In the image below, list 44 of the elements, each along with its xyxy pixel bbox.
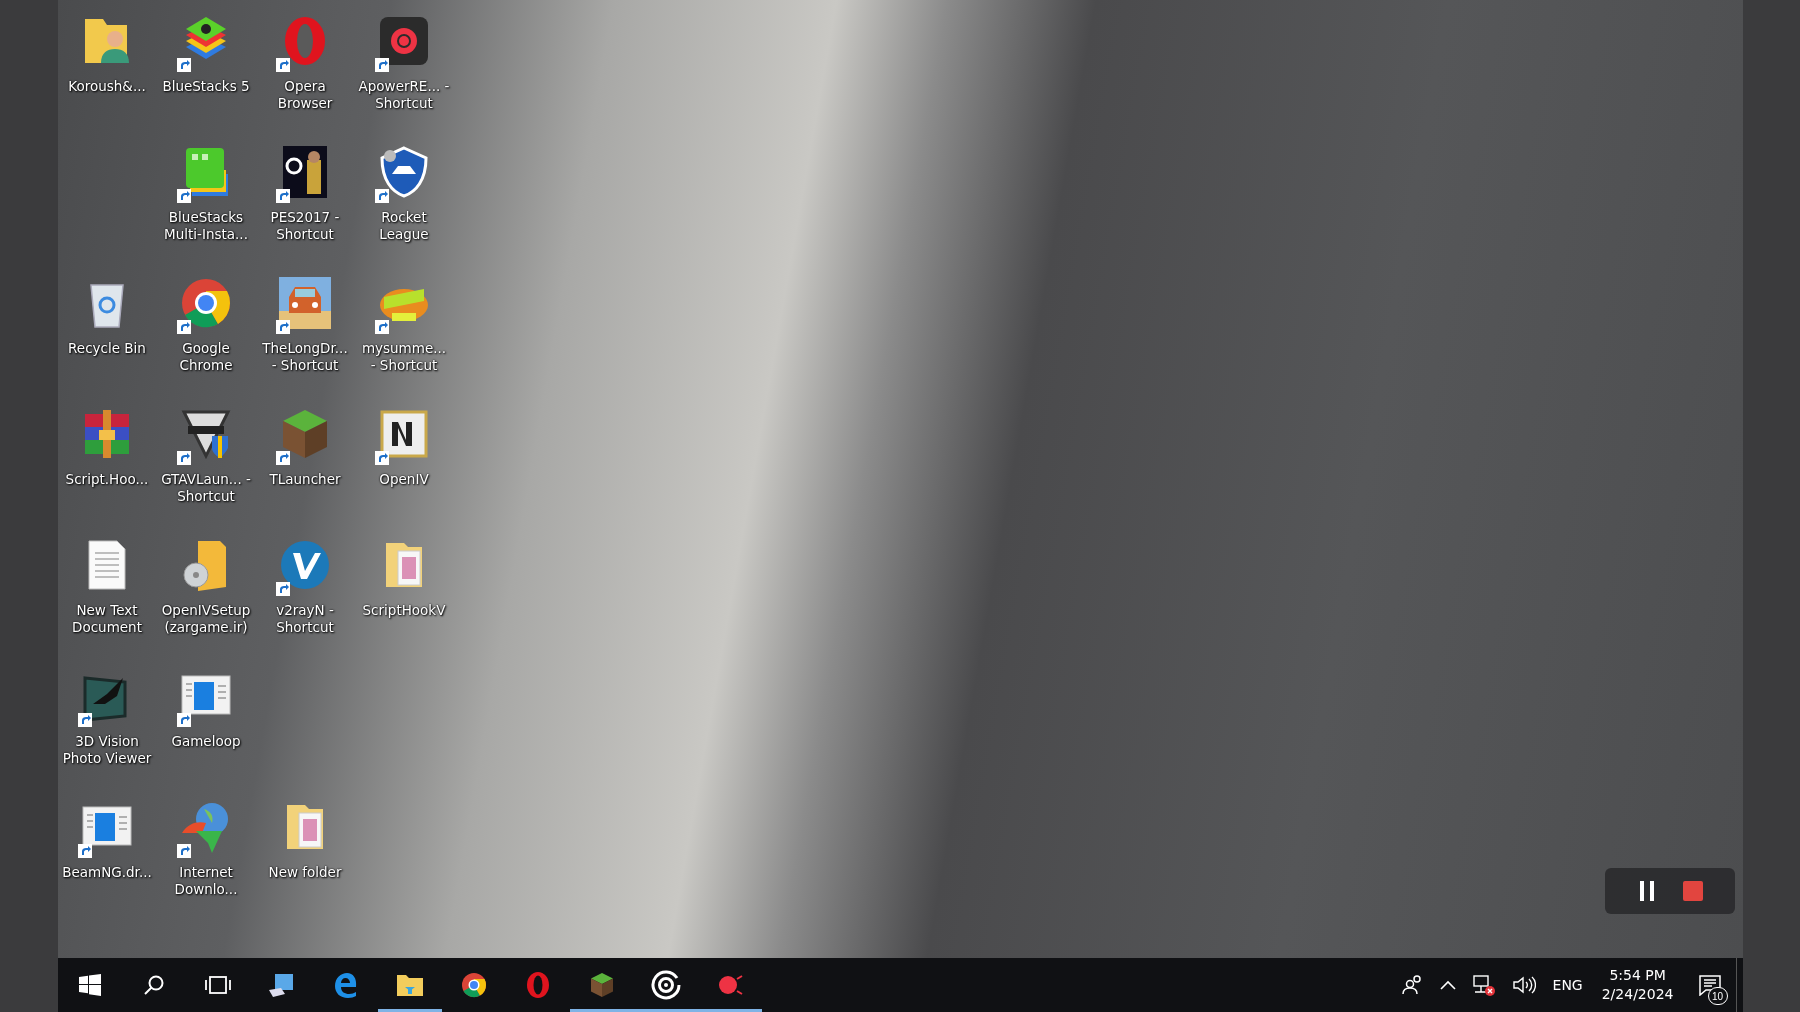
ring-logo-icon (525, 971, 550, 999)
speaker-icon (1511, 975, 1536, 995)
desktop-icon-label: TheLongDr... - Shortcut (261, 340, 349, 374)
notification-count: 10 (1707, 987, 1728, 1005)
network-error-icon (1471, 974, 1496, 996)
desktop-icon-label: BlueStacks Multi-Insta... (163, 209, 249, 243)
chevron-up-icon (1439, 980, 1456, 990)
action-center-button[interactable]: 10 (1683, 958, 1736, 1012)
people-icon (1401, 975, 1424, 995)
target-icon (650, 970, 681, 1000)
desktop-icon-label: OpenIV (378, 471, 430, 488)
desktop-icon-label: OpenIVSetup (zargame.ir) (160, 602, 252, 636)
desktop-icon-label: TLauncher (268, 471, 342, 488)
desktop-icon-label: Opera Browser (276, 78, 334, 112)
desktop-icon-label: New Text Document (71, 602, 143, 636)
windows-logo-icon (78, 974, 101, 996)
desktop-icon-label: Google Chrome (178, 340, 234, 374)
desktop-icon-label: Script.Hoo... (64, 471, 150, 488)
folder-icon (395, 973, 424, 997)
desktop-icon-label: Gameloop (170, 733, 242, 750)
desktop-icon-label: PES2017 - Shortcut (269, 209, 341, 243)
desktop-icon-label: Recycle Bin (67, 340, 147, 357)
desktop-icon-label: BeamNG.dr... (61, 864, 153, 881)
desktop-icon-label: BlueStacks 5 (161, 78, 251, 95)
car-icon (277, 275, 333, 331)
desktop-icon-label: ApowerRE... - Shortcut (358, 78, 450, 112)
desktop-icon-label: 3D Vision Photo Viewer (61, 733, 153, 767)
desktop-icon-label: New folder (267, 864, 343, 881)
task-view-icon (204, 975, 231, 995)
desktop-icon-label: mysumme... - Shortcut (360, 340, 448, 374)
desktop-icon-label: Koroush&... (67, 78, 147, 95)
desktop-icon-label: v2rayN - Shortcut (275, 602, 335, 636)
letter-e-icon (332, 972, 359, 998)
browser-logo-icon (459, 971, 488, 999)
search-icon (142, 974, 165, 996)
pause-icon (1637, 880, 1656, 902)
input-language-button[interactable]: ENG (1543, 958, 1592, 1012)
stop-icon (1681, 880, 1704, 902)
stop-button[interactable] (1680, 879, 1705, 903)
desktop-icon-label: Rocket League (378, 209, 430, 243)
desktop-icon-label: GTAVLaun... - Shortcut (160, 471, 252, 505)
clock-button[interactable]: 5:54 PM 2/24/2024 (1591, 958, 1684, 1012)
desktop-icon-label: Internet Downlo... (173, 864, 239, 898)
desktop-icon-label: ScriptHookV (361, 602, 447, 619)
